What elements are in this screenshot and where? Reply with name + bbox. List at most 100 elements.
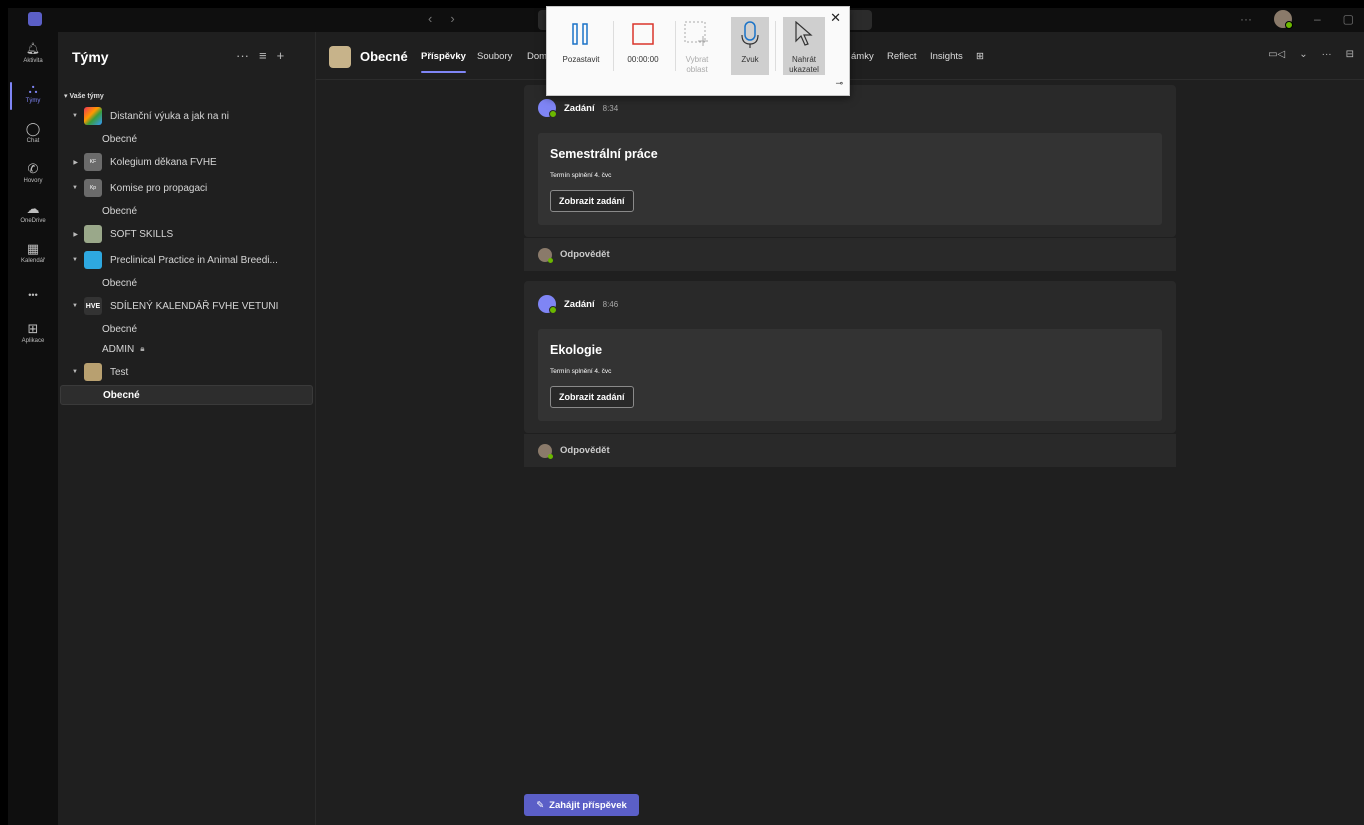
add-team-icon[interactable]: +: [277, 48, 285, 63]
team-preclinical-practice[interactable]: ▼ Preclinical Practice in Animal Breedi.…: [58, 250, 316, 270]
post: Zadání 8:34 Semestrální práce Termín spl…: [524, 85, 1176, 237]
chevron-down-icon: ▼: [72, 369, 78, 375]
rail-label: Aktivita: [23, 58, 43, 64]
microphone-icon: [741, 21, 759, 48]
pause-icon: [572, 23, 588, 45]
header-actions: ▭◁ ⌄ ··· ⊟: [1268, 49, 1354, 60]
team-name: Kolegium děkana FVHE: [110, 156, 217, 168]
team-name: SOFT SKILLS: [110, 228, 174, 240]
sidebar-title: Týmy: [72, 49, 109, 65]
rail-item-teams[interactable]: ⛬ Týmy: [8, 81, 58, 110]
more-options-icon[interactable]: ···: [236, 48, 249, 63]
assignment-title: Ekologie: [550, 343, 603, 357]
chevron-down-icon: ▼: [72, 257, 78, 263]
more-options-icon[interactable]: ···: [1322, 49, 1332, 60]
rail-label: Aplikace: [21, 338, 45, 344]
assignment-card: Ekologie Termín splnění 4. čvc Zobrazit …: [538, 329, 1162, 421]
lock-icon: 🔒︎: [140, 344, 145, 353]
view-assignment-button[interactable]: Zobrazit zadání: [550, 190, 634, 212]
audio-toggle[interactable]: Zvuk: [731, 17, 769, 75]
channel-obecne[interactable]: Obecné: [58, 201, 316, 221]
compose-icon: ✎: [536, 799, 545, 811]
restore-button[interactable]: ▢: [1343, 12, 1354, 26]
start-post-label: Zahájit příspěvek: [549, 799, 627, 811]
rail-item-calls[interactable]: ✆ Hovory: [8, 162, 58, 185]
channel-name: Obecné: [102, 133, 138, 145]
team-name: Komise pro propagaci: [110, 182, 208, 194]
team-avatar: [329, 46, 351, 68]
more-options-icon[interactable]: ···: [1240, 12, 1252, 26]
start-post-button[interactable]: ✎ Zahájit příspěvek: [524, 794, 639, 816]
team-sdileny-kalendar[interactable]: ▼ HVE SDÍLENÝ KALENDÁŘ FVHE VETUNI: [58, 296, 316, 316]
window-controls: ··· – ▢: [1240, 10, 1354, 29]
team-name: Preclinical Practice in Animal Breedi...: [110, 254, 278, 266]
record-pointer-label-line1: Nahrát: [791, 55, 816, 64]
side-panel-icon[interactable]: ⊟: [1346, 49, 1354, 60]
team-distancni-vyuka[interactable]: ▼ Distanční výuka a jak na ni: [58, 106, 316, 126]
record-pointer-toggle[interactable]: Nahrát ukazatel: [783, 17, 825, 75]
view-assignment-button[interactable]: Zobrazit zadání: [550, 386, 634, 408]
tab-files[interactable]: Soubory: [477, 51, 512, 62]
rail-item-more[interactable]: •••: [8, 288, 58, 302]
post-author[interactable]: Zadání: [564, 103, 595, 114]
chevron-down-icon: ▼: [72, 113, 78, 119]
team-komise-propagaci[interactable]: ▼ Kp Komise pro propagaci: [58, 178, 316, 198]
teams-sidebar: Týmy ··· ≡ + ▾ Vaše týmy ▼ Distanční výu…: [58, 32, 316, 825]
channel-obecne-selected[interactable]: Obecné: [60, 385, 313, 405]
reply-button[interactable]: Odpovědět: [524, 237, 1176, 271]
rail-item-onedrive[interactable]: ☁ OneDrive: [8, 201, 58, 225]
team-avatar: [84, 225, 102, 243]
channel-name: Obecné: [103, 389, 140, 401]
teams-icon: ⛬: [28, 81, 38, 96]
record-pointer-label: Nahrát ukazatel: [783, 55, 825, 75]
rail-item-activity[interactable]: 🔔︎ Aktivita: [8, 42, 58, 64]
team-soft-skills[interactable]: ▶ SOFT SKILLS: [58, 224, 316, 244]
select-area-icon: [684, 21, 708, 46]
tab-partial-hidden[interactable]: Dom: [527, 51, 547, 62]
select-area-label-line2: oblast: [686, 65, 708, 74]
chevron-down-icon[interactable]: ⌄: [1299, 49, 1307, 60]
screen-recorder-toolbar: ✕ ⊸ Pozastavit 00:00:00 Vybrat oblast Zvu…: [546, 6, 850, 96]
rail-item-calendar[interactable]: ▦ Kalendář: [8, 242, 58, 265]
team-avatar: [84, 363, 102, 381]
team-kolegium-dekana[interactable]: ▶ KF Kolegium děkana FVHE: [58, 152, 316, 172]
pin-icon[interactable]: ⊸: [835, 78, 843, 89]
channel-admin[interactable]: ADMIN 🔒︎: [58, 339, 316, 359]
user-avatar[interactable]: [1273, 10, 1293, 29]
back-arrow-icon[interactable]: ‹: [428, 11, 450, 26]
assignments-bot-avatar: [538, 99, 557, 118]
team-avatar: Kp: [84, 179, 102, 197]
channel-obecne[interactable]: Obecné: [58, 319, 316, 339]
pause-label: Pozastavit: [562, 55, 600, 64]
tab-partial-notes[interactable]: ámky: [851, 51, 874, 62]
team-test[interactable]: ▼ Test: [58, 362, 316, 382]
assignment-due: Termín splnění 4. čvc: [550, 368, 612, 375]
team-avatar: KF: [84, 153, 102, 171]
tab-posts[interactable]: Příspěvky: [421, 51, 466, 73]
select-area-button[interactable]: Vybrat oblast: [671, 17, 723, 75]
rail-item-chat[interactable]: ◯ Chat: [8, 122, 58, 145]
minimize-button[interactable]: –: [1314, 12, 1321, 26]
cloud-icon: ☁: [26, 201, 40, 216]
tab-reflect[interactable]: Reflect: [887, 51, 917, 62]
close-icon[interactable]: ✕: [830, 10, 841, 26]
pause-button[interactable]: Pozastavit: [555, 17, 607, 75]
group-header-your-teams[interactable]: ▾ Vaše týmy: [64, 92, 104, 100]
video-icon[interactable]: ▭◁: [1268, 49, 1285, 60]
post-author[interactable]: Zadání: [564, 299, 595, 310]
reply-button[interactable]: Odpovědět: [524, 433, 1176, 467]
add-tab-icon[interactable]: ⊞: [976, 51, 984, 62]
channel-obecne[interactable]: Obecné: [58, 129, 316, 149]
channel-obecne[interactable]: Obecné: [58, 273, 316, 293]
rail-item-apps[interactable]: ⊞ Aplikace: [8, 321, 58, 345]
team-avatar: [84, 107, 102, 125]
plus-square-icon: ⊞: [27, 321, 39, 336]
forward-arrow-icon[interactable]: ›: [450, 11, 472, 26]
select-area-label: Vybrat oblast: [671, 55, 723, 75]
divider: [775, 21, 776, 71]
filter-icon[interactable]: ≡: [259, 48, 267, 63]
reply-label: Odpovědět: [560, 249, 610, 260]
stop-button[interactable]: 00:00:00: [617, 17, 669, 75]
channel-name: Obecné: [102, 205, 138, 217]
tab-insights[interactable]: Insights: [930, 51, 963, 62]
